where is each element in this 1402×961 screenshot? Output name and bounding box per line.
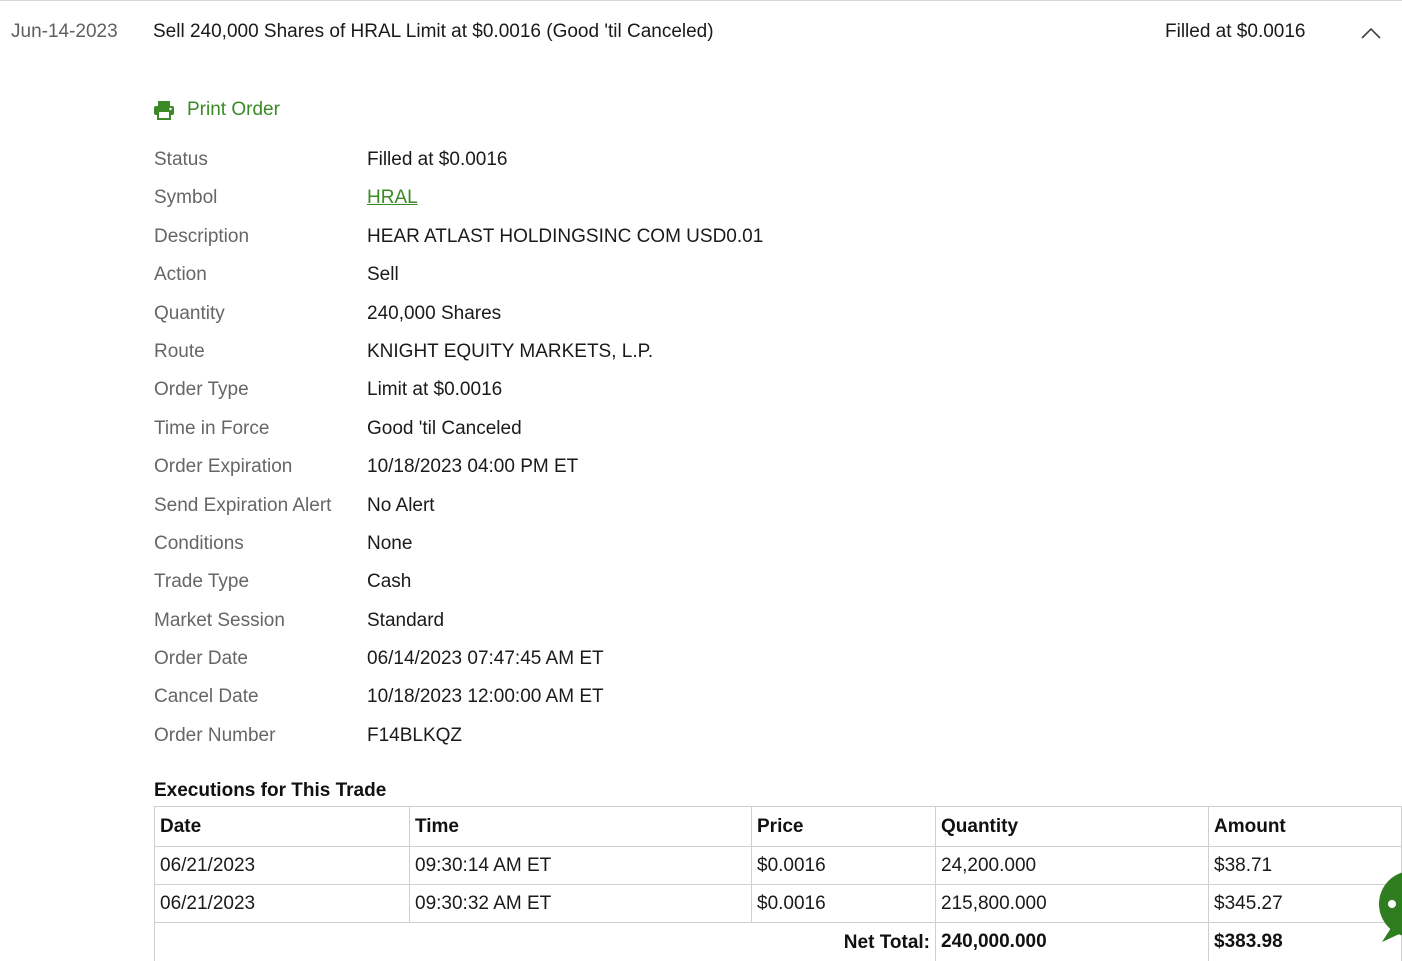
detail-label: Action [154,264,207,286]
detail-value: 10/18/2023 04:00 PM ET [367,456,579,478]
detail-value: None [367,532,413,554]
print-order-label: Print Order [187,99,280,120]
detail-row-send-expiration-alert: Send Expiration Alert No Alert [154,489,1054,527]
table-row: 06/21/2023 09:30:14 AM ET $0.0016 24,200… [154,846,1402,885]
chevron-up-icon[interactable] [1356,19,1386,49]
execution-time: 09:30:14 AM ET [409,846,752,885]
column-header-time: Time [409,806,752,847]
detail-value: KNIGHT EQUITY MARKETS, L.P. [367,340,654,362]
detail-label: Order Number [154,724,276,746]
column-header-amount: Amount [1208,806,1402,847]
detail-row-time-in-force: Time in Force Good 'til Canceled [154,412,1054,450]
column-header-price: Price [751,806,936,847]
detail-label: Order Type [154,379,249,401]
detail-row-action: Action Sell [154,258,1054,296]
detail-value: Sell [367,264,399,286]
order-summary: Sell 240,000 Shares of HRAL Limit at $0.… [153,21,714,42]
detail-value: HEAR ATLAST HOLDINGSINC COM USD0.01 [367,225,764,247]
print-order-link[interactable]: Print Order [153,97,280,123]
detail-row-cancel-date: Cancel Date 10/18/2023 12:00:00 AM ET [154,680,1054,718]
detail-label: Conditions [154,532,244,554]
detail-row-route: Route KNIGHT EQUITY MARKETS, L.P. [154,335,1054,373]
execution-date: 06/21/2023 [154,846,410,885]
detail-row-description: Description HEAR ATLAST HOLDINGSINC COM … [154,220,1054,258]
detail-row-order-number: Order Number F14BLKQZ [154,719,1054,757]
detail-value: Cash [367,571,412,593]
execution-time: 09:30:32 AM ET [409,884,752,923]
detail-row-order-date: Order Date 06/14/2023 07:47:45 AM ET [154,642,1054,680]
detail-value: No Alert [367,494,435,516]
symbol-link[interactable]: HRAL [367,187,418,209]
table-header-row: Date Time Price Quantity Amount [154,806,1402,847]
detail-value: 10/18/2023 12:00:00 AM ET [367,686,604,708]
table-row: 06/21/2023 09:30:32 AM ET $0.0016 215,80… [154,884,1402,923]
detail-value: Good 'til Canceled [367,417,522,439]
column-header-quantity: Quantity [935,806,1209,847]
detail-value: 240,000 Shares [367,302,502,324]
detail-label: Trade Type [154,571,250,593]
execution-quantity: 215,800.000 [935,884,1209,923]
detail-label: Status [154,149,208,170]
detail-row-order-expiration: Order Expiration 10/18/2023 04:00 PM ET [154,450,1054,488]
detail-value: F14BLKQZ [367,724,463,746]
detail-row-order-type: Order Type Limit at $0.0016 [154,373,1054,411]
execution-amount: $38.71 [1208,846,1402,885]
execution-quantity: 24,200.000 [935,846,1209,885]
column-header-date: Date [154,806,410,847]
detail-row-status: Status Filled at $0.0016 [154,143,1054,181]
detail-row-symbol: Symbol HRAL [154,181,1054,219]
detail-label: Order Date [154,648,248,670]
execution-date: 06/21/2023 [154,884,410,923]
order-status: Filled at $0.0016 [1165,21,1306,42]
detail-row-trade-type: Trade Type Cash [154,565,1054,603]
detail-row-quantity: Quantity 240,000 Shares [154,297,1054,335]
net-total-label: Net Total: [843,932,930,953]
order-details: Status Filled at $0.0016 Symbol HRAL Des… [154,143,1054,757]
detail-value: Filled at $0.0016 [367,149,508,170]
executions-title: Executions for This Trade [154,780,387,801]
detail-label: Description [154,225,250,247]
order-row-header[interactable]: Jun-14-2023 Sell 240,000 Shares of HRAL … [0,1,1402,63]
detail-label: Quantity [154,302,225,324]
detail-label: Symbol [154,187,218,209]
chat-bubble-icon[interactable] [1378,868,1402,946]
detail-label: Send Expiration Alert [154,494,332,516]
detail-value: 06/14/2023 07:47:45 AM ET [367,648,604,670]
executions-table: Date Time Price Quantity Amount 06/21/20… [154,806,1402,961]
execution-price: $0.0016 [751,846,936,885]
execution-price: $0.0016 [751,884,936,923]
detail-label: Route [154,340,205,362]
detail-value: Standard [367,609,445,631]
printer-icon [153,99,175,121]
detail-label: Order Expiration [154,456,293,478]
detail-label: Time in Force [154,417,270,439]
detail-value: Limit at $0.0016 [367,379,503,401]
detail-label: Market Session [154,609,285,631]
detail-label: Cancel Date [154,686,259,708]
order-date: Jun-14-2023 [11,21,118,42]
detail-row-market-session: Market Session Standard [154,604,1054,642]
execution-amount: $345.27 [1208,884,1402,923]
detail-row-conditions: Conditions None [154,527,1054,565]
